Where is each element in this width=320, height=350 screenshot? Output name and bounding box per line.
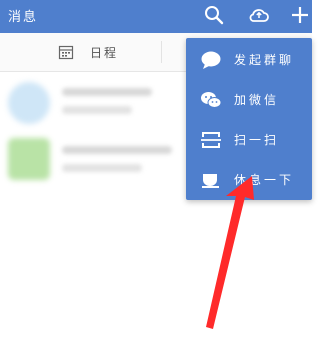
menu-item-label: 发起群聊 xyxy=(234,53,295,67)
cloud-icon[interactable] xyxy=(248,4,270,26)
chat-bubble-icon xyxy=(200,50,222,70)
top-bar: 消息 xyxy=(0,0,312,33)
menu-item-label: 加微信 xyxy=(234,93,280,107)
blurred-text xyxy=(62,88,152,96)
cup-icon xyxy=(200,170,222,190)
menu-item-start-group-chat[interactable]: 发起群聊 xyxy=(186,40,312,80)
page-title: 消息 xyxy=(8,10,39,25)
tab-schedule[interactable]: 日程 xyxy=(58,42,118,62)
calendar-icon xyxy=(58,45,74,60)
menu-item-label: 休息一下 xyxy=(234,173,295,187)
blurred-text xyxy=(62,106,132,114)
menu-item-label: 扫一扫 xyxy=(234,133,280,147)
menu-item-take-a-break[interactable]: 休息一下 xyxy=(186,160,312,200)
tab-schedule-label: 日程 xyxy=(90,45,119,60)
tab-divider xyxy=(161,41,162,63)
plus-dropdown-menu: 发起群聊 加微信 扫一扫 休息一下 xyxy=(186,38,312,200)
menu-item-add-wechat[interactable]: 加微信 xyxy=(186,80,312,120)
search-icon[interactable] xyxy=(203,4,225,26)
blurred-text xyxy=(62,164,142,172)
scan-icon xyxy=(200,130,222,150)
wechat-icon xyxy=(200,90,222,110)
blurred-text xyxy=(62,146,172,154)
avatar xyxy=(8,82,50,124)
avatar xyxy=(8,138,50,180)
plus-icon[interactable] xyxy=(289,4,311,26)
menu-item-scan[interactable]: 扫一扫 xyxy=(186,120,312,160)
